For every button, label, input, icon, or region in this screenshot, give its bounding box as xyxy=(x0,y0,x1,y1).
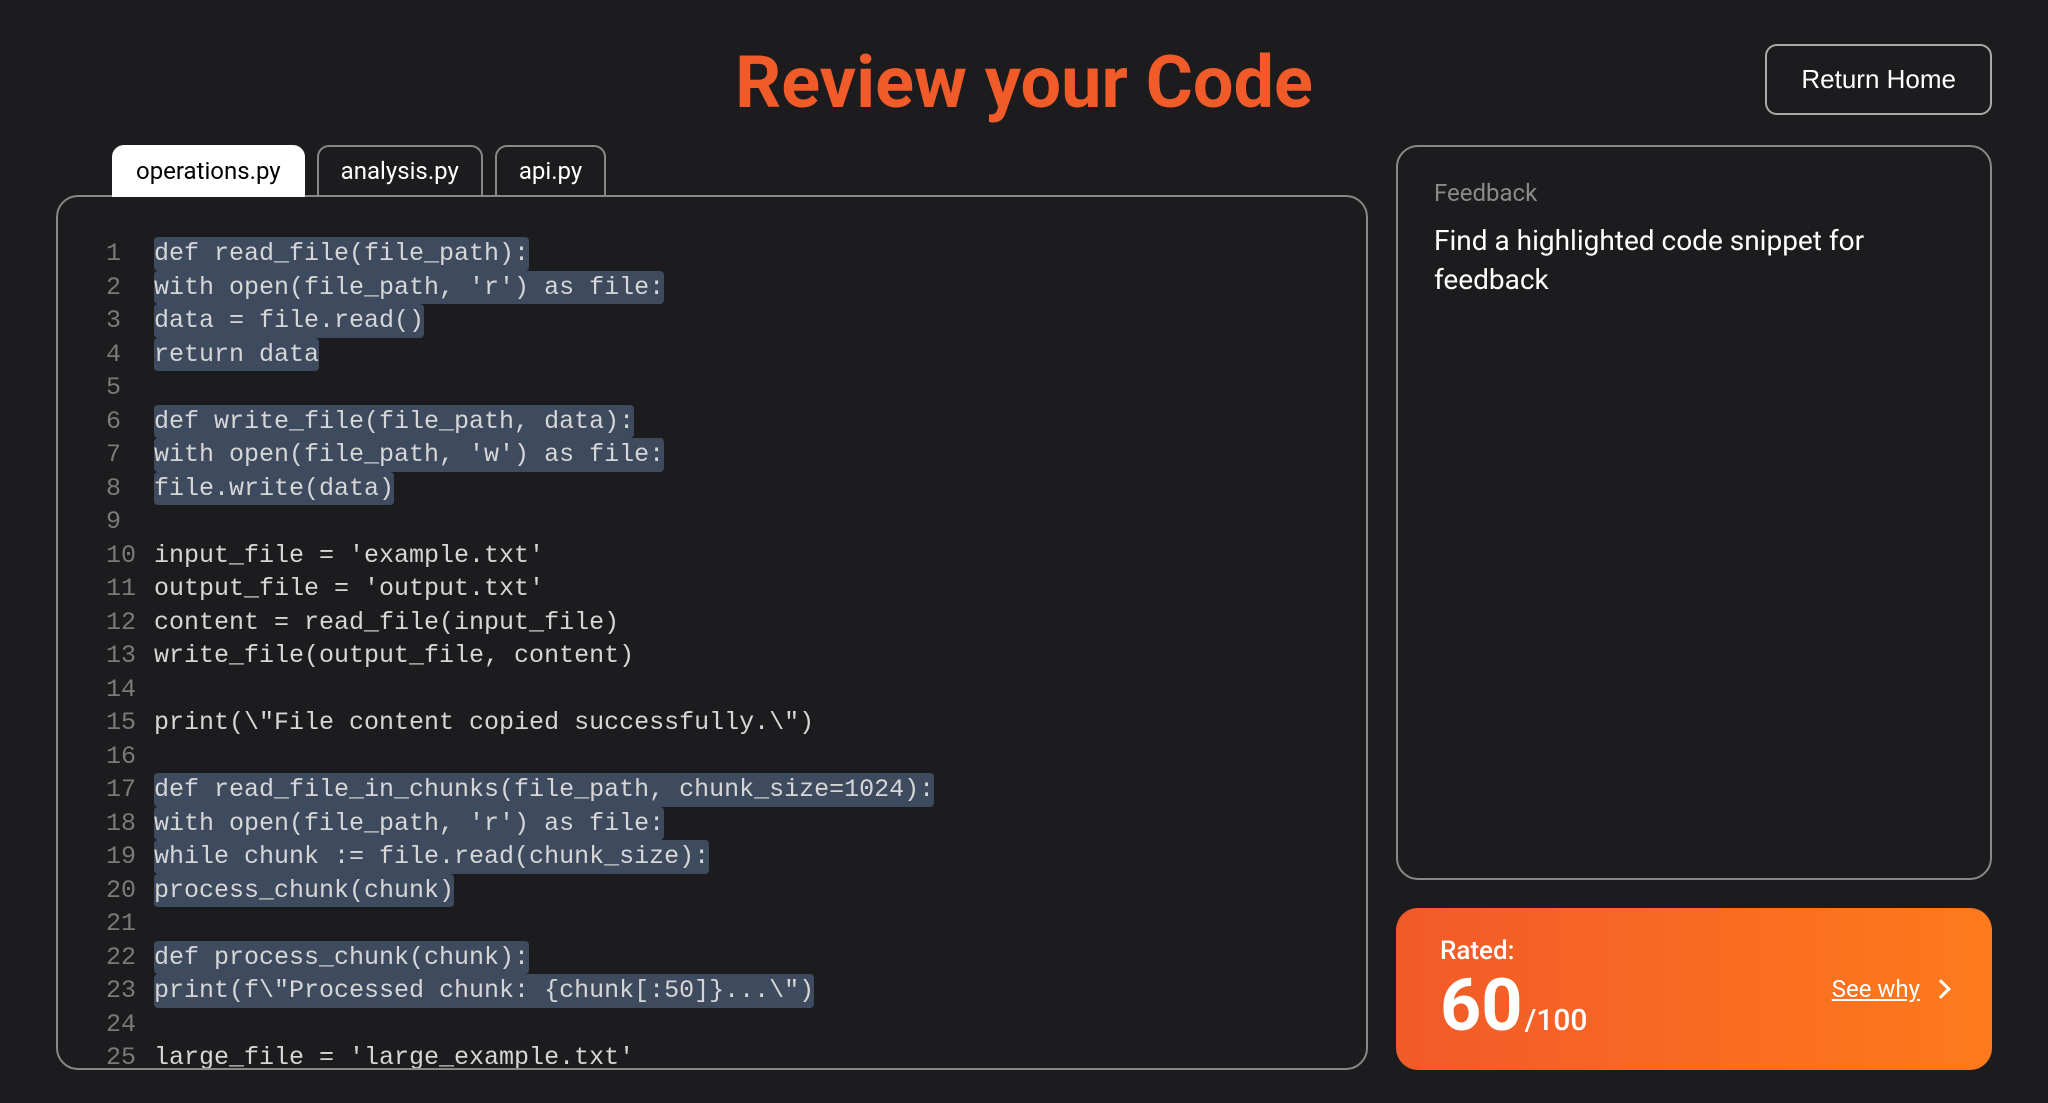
code-line[interactable]: 21 xyxy=(106,907,1318,941)
file-tabs: operations.pyanalysis.pyapi.py xyxy=(112,145,1368,197)
feedback-label: Feedback xyxy=(1434,179,1954,207)
code-text: large_file = 'large_example.txt' xyxy=(154,1041,634,1070)
line-number: 9 xyxy=(106,505,154,539)
code-text: data = file.read() xyxy=(154,304,424,338)
line-number: 11 xyxy=(106,572,154,606)
code-line[interactable]: 20process_chunk(chunk) xyxy=(106,874,1318,908)
code-line[interactable]: 24 xyxy=(106,1008,1318,1042)
code-text: return data xyxy=(154,338,319,372)
line-number: 19 xyxy=(106,840,154,874)
line-number: 4 xyxy=(106,338,154,372)
line-number: 21 xyxy=(106,907,154,941)
line-number: 14 xyxy=(106,673,154,707)
code-line[interactable]: 25large_file = 'large_example.txt' xyxy=(106,1041,1318,1070)
code-line[interactable]: 2with open(file_path, 'r') as file: xyxy=(106,271,1318,305)
line-number: 6 xyxy=(106,405,154,439)
line-number: 13 xyxy=(106,639,154,673)
page-title: Review your Code xyxy=(735,40,1313,125)
line-number: 25 xyxy=(106,1041,154,1070)
code-line[interactable]: 3data = file.read() xyxy=(106,304,1318,338)
line-number: 5 xyxy=(106,371,154,405)
code-text: with open(file_path, 'r') as file: xyxy=(154,807,664,841)
code-text: def read_file(file_path): xyxy=(154,237,529,271)
code-line[interactable]: 1def read_file(file_path): xyxy=(106,237,1318,271)
code-line[interactable]: 18with open(file_path, 'r') as file: xyxy=(106,807,1318,841)
code-line[interactable]: 17def read_file_in_chunks(file_path, chu… xyxy=(106,773,1318,807)
code-text: while chunk := file.read(chunk_size): xyxy=(154,840,709,874)
tab-analysis-py[interactable]: analysis.py xyxy=(317,145,483,197)
tab-api-py[interactable]: api.py xyxy=(495,145,606,197)
code-text: input_file = 'example.txt' xyxy=(154,539,544,573)
rating-value: 60 xyxy=(1440,970,1523,1042)
code-line[interactable]: 22def process_chunk(chunk): xyxy=(106,941,1318,975)
line-number: 23 xyxy=(106,974,154,1008)
rating-max: /100 xyxy=(1525,1003,1588,1038)
rated-label: Rated: xyxy=(1440,936,1587,966)
code-text: process_chunk(chunk) xyxy=(154,874,454,908)
code-line[interactable]: 12content = read_file(input_file) xyxy=(106,606,1318,640)
line-number: 20 xyxy=(106,874,154,908)
code-line[interactable]: 15print(\"File content copied successful… xyxy=(106,706,1318,740)
code-line[interactable]: 10input_file = 'example.txt' xyxy=(106,539,1318,573)
feedback-text: Find a highlighted code snippet for feed… xyxy=(1434,221,1954,299)
line-number: 8 xyxy=(106,472,154,506)
line-number: 3 xyxy=(106,304,154,338)
code-text: write_file(output_file, content) xyxy=(154,639,634,673)
line-number: 22 xyxy=(106,941,154,975)
code-line[interactable]: 13write_file(output_file, content) xyxy=(106,639,1318,673)
chevron-right-icon xyxy=(1931,979,1951,999)
feedback-panel: Feedback Find a highlighted code snippet… xyxy=(1396,145,1992,880)
code-line[interactable]: 5 xyxy=(106,371,1318,405)
code-line[interactable]: 19while chunk := file.read(chunk_size): xyxy=(106,840,1318,874)
see-why-label: See why xyxy=(1832,975,1920,1003)
code-text: output_file = 'output.txt' xyxy=(154,572,544,606)
code-line[interactable]: 7with open(file_path, 'w') as file: xyxy=(106,438,1318,472)
line-number: 7 xyxy=(106,438,154,472)
see-why-link[interactable]: See why xyxy=(1832,975,1948,1003)
return-home-button[interactable]: Return Home xyxy=(1765,44,1992,115)
code-text: with open(file_path, 'w') as file: xyxy=(154,438,664,472)
code-editor[interactable]: 1def read_file(file_path):2with open(fil… xyxy=(106,237,1318,1070)
code-line[interactable]: 11output_file = 'output.txt' xyxy=(106,572,1318,606)
line-number: 2 xyxy=(106,271,154,305)
line-number: 24 xyxy=(106,1008,154,1042)
code-text: content = read_file(input_file) xyxy=(154,606,619,640)
code-text: def process_chunk(chunk): xyxy=(154,941,529,975)
code-line[interactable]: 9 xyxy=(106,505,1318,539)
code-line[interactable]: 16 xyxy=(106,740,1318,774)
code-text: def read_file_in_chunks(file_path, chunk… xyxy=(154,773,934,807)
code-line[interactable]: 14 xyxy=(106,673,1318,707)
code-text: print(f\"Processed chunk: {chunk[:50]}..… xyxy=(154,974,814,1008)
line-number: 17 xyxy=(106,773,154,807)
rating-panel: Rated: 60 /100 See why xyxy=(1396,908,1992,1070)
code-line[interactable]: 4return data xyxy=(106,338,1318,372)
code-line[interactable]: 23print(f\"Processed chunk: {chunk[:50]}… xyxy=(106,974,1318,1008)
line-number: 16 xyxy=(106,740,154,774)
line-number: 15 xyxy=(106,706,154,740)
line-number: 18 xyxy=(106,807,154,841)
code-text: print(\"File content copied successfully… xyxy=(154,706,814,740)
line-number: 1 xyxy=(106,237,154,271)
code-text: def write_file(file_path, data): xyxy=(154,405,634,439)
code-line[interactable]: 6def write_file(file_path, data): xyxy=(106,405,1318,439)
code-panel: 1def read_file(file_path):2with open(fil… xyxy=(56,195,1368,1070)
line-number: 12 xyxy=(106,606,154,640)
line-number: 10 xyxy=(106,539,154,573)
code-line[interactable]: 8file.write(data) xyxy=(106,472,1318,506)
code-text: file.write(data) xyxy=(154,472,394,506)
tab-operations-py[interactable]: operations.py xyxy=(112,145,305,197)
code-text: with open(file_path, 'r') as file: xyxy=(154,271,664,305)
